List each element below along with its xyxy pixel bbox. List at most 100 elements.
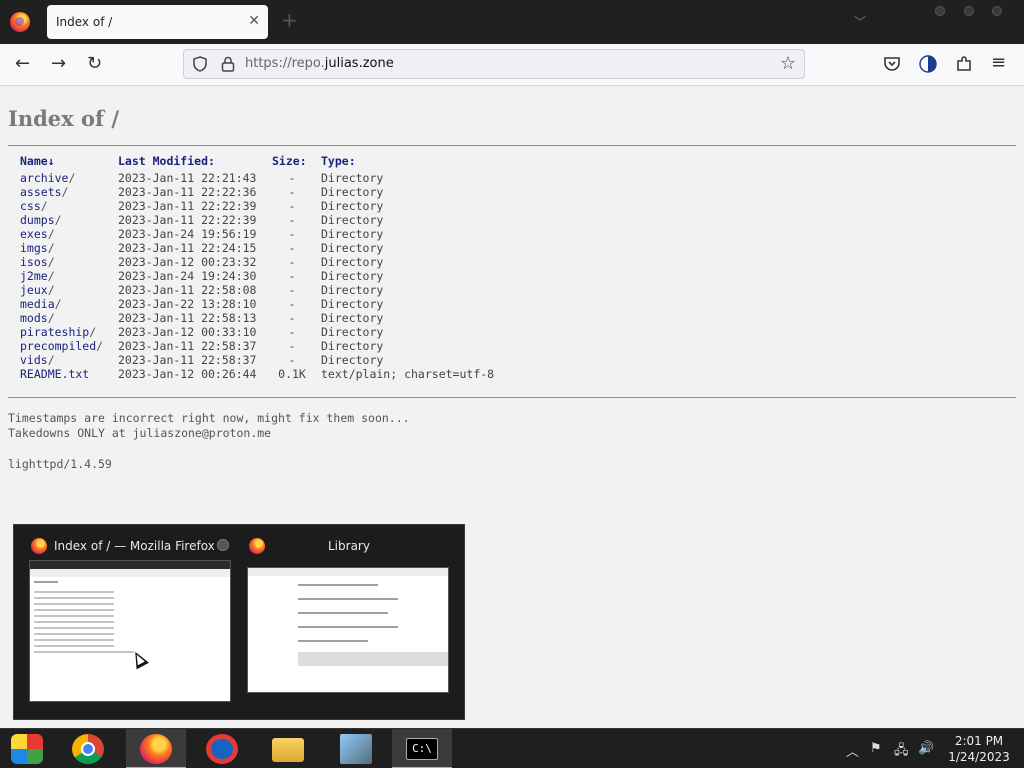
entry-name: isos	[20, 255, 48, 269]
column-type-header[interactable]: Type:	[321, 154, 356, 168]
entry-link[interactable]: j2me/	[20, 269, 55, 283]
close-window-button[interactable]	[992, 6, 1002, 16]
forward-icon[interactable]: →	[51, 53, 66, 75]
entry-link[interactable]: pirateship/	[20, 325, 96, 339]
pocket-icon[interactable]	[883, 55, 901, 73]
taskbar-opera[interactable]	[192, 729, 252, 768]
entry-size: -	[288, 283, 296, 297]
entry-slash: /	[54, 297, 62, 311]
entry-slash: /	[96, 339, 104, 353]
entry-modified: 2023-Jan-12 00:33:10	[118, 325, 257, 339]
clock-time: 2:01 PM	[954, 734, 1004, 748]
entry-size: -	[288, 353, 296, 367]
entry-modified: 2023-Jan-24 19:24:30	[118, 269, 257, 283]
entry-size: 0.1K	[278, 367, 306, 381]
entry-size: -	[288, 325, 296, 339]
entry-link[interactable]: isos/	[20, 255, 55, 269]
entry-slash: /	[47, 353, 55, 367]
navigation-toolbar: ← → ↻ https://repo.julias.zone ☆ ≡	[0, 44, 1024, 86]
lock-icon[interactable]	[220, 55, 236, 73]
column-name-header[interactable]: Name↓	[20, 154, 55, 168]
entry-size: -	[288, 255, 296, 269]
extensions-puzzle-icon[interactable]	[955, 55, 973, 73]
entry-link[interactable]: archive/	[20, 171, 75, 185]
entry-slash: /	[47, 227, 55, 241]
reload-icon[interactable]: ↻	[87, 53, 102, 75]
entry-name: archive	[20, 171, 69, 185]
dark-reader-icon[interactable]	[919, 55, 937, 73]
entry-type: Directory	[321, 269, 384, 283]
entry-type: Directory	[321, 255, 384, 269]
new-tab-icon[interactable]: +	[281, 10, 298, 30]
entry-link[interactable]: vids/	[20, 353, 55, 367]
entry-size: -	[288, 213, 296, 227]
entry-modified: 2023-Jan-11 22:58:13	[118, 311, 257, 325]
entry-slash: /	[47, 283, 55, 297]
column-size-header[interactable]: Size:	[272, 154, 312, 168]
preview-title-firefox[interactable]: Index of / — Mozilla Firefox	[54, 539, 215, 553]
entry-size: -	[288, 171, 296, 185]
show-hidden-icons[interactable]: ︿	[846, 741, 859, 760]
divider-bottom	[8, 397, 1016, 398]
taskbar: C:\ ︿ ⚑ 🖧 🔊 2:01 PM 1/24/2023	[0, 728, 1024, 768]
system-clock[interactable]: 2:01 PM 1/24/2023	[940, 733, 1018, 765]
preview-thumbnail-firefox[interactable]	[29, 560, 231, 702]
url-prefix: https://repo.	[245, 56, 325, 71]
entry-link[interactable]: assets/	[20, 185, 68, 199]
url-domain: julias.zone	[324, 56, 394, 71]
entry-slash: /	[54, 213, 62, 227]
preview-title-library[interactable]: Library	[328, 539, 370, 553]
entry-modified: 2023-Jan-22 13:28:10	[118, 297, 257, 311]
entry-size: -	[288, 269, 296, 283]
entry-size: -	[288, 199, 296, 213]
entry-name: exes	[20, 227, 48, 241]
column-modified-header[interactable]: Last Modified:	[118, 154, 215, 168]
entry-modified: 2023-Jan-11 22:22:36	[118, 185, 257, 199]
hamburger-menu-icon[interactable]: ≡	[991, 52, 1006, 74]
entry-link[interactable]: precompiled/	[20, 339, 103, 353]
entry-link[interactable]: jeux/	[20, 283, 55, 297]
footer-note-takedowns: Takedowns ONLY at juliaszone@proton.me	[8, 426, 272, 440]
firefox-icon	[249, 538, 265, 554]
entry-link[interactable]: mods/	[20, 311, 55, 325]
taskbar-firefox[interactable]	[126, 729, 186, 768]
entry-type: Directory	[321, 353, 384, 367]
entry-link[interactable]: exes/	[20, 227, 55, 241]
entry-name: j2me	[20, 269, 48, 283]
entry-size: -	[288, 297, 296, 311]
preview-close-button[interactable]	[217, 539, 229, 551]
volume-icon[interactable]: 🔊	[918, 741, 934, 756]
entry-link[interactable]: css/	[20, 199, 48, 213]
entry-link[interactable]: media/	[20, 297, 62, 311]
tab-index[interactable]: Index of / ✕	[47, 5, 268, 39]
taskbar-file-explorer[interactable]	[258, 729, 318, 768]
url-bar[interactable]: https://repo.julias.zone ☆	[183, 49, 805, 79]
entry-type: Directory	[321, 325, 384, 339]
preview-thumbnail-library[interactable]	[247, 567, 449, 693]
action-center-flag-icon[interactable]: ⚑	[870, 741, 882, 756]
taskbar-command-prompt[interactable]: C:\	[392, 729, 452, 768]
minimize-button[interactable]	[935, 6, 945, 16]
tab-close-icon[interactable]: ✕	[248, 13, 260, 29]
entry-slash: /	[68, 171, 76, 185]
entry-modified: 2023-Jan-11 22:58:37	[118, 339, 257, 353]
taskbar-chrome[interactable]	[58, 729, 118, 768]
maximize-button[interactable]	[964, 6, 974, 16]
network-icon[interactable]: 🖧	[894, 741, 909, 763]
entry-name: css	[20, 199, 41, 213]
taskbar-network-setup[interactable]	[326, 729, 386, 768]
entry-type: text/plain; charset=utf-8	[321, 367, 495, 381]
taskbar-window-preview: Index of / — Mozilla Firefox Library	[13, 524, 465, 720]
entry-name: pirateship	[20, 325, 90, 339]
back-icon[interactable]: ←	[15, 53, 30, 75]
entry-link[interactable]: dumps/	[20, 213, 62, 227]
url-text[interactable]: https://repo.julias.zone	[245, 56, 394, 71]
entry-link[interactable]: README.txt	[20, 367, 89, 381]
entry-type: Directory	[321, 283, 384, 297]
entry-link[interactable]: imgs/	[20, 241, 55, 255]
taskbar-app-launcher[interactable]	[0, 729, 60, 768]
bookmark-star-icon[interactable]: ☆	[780, 53, 796, 74]
entry-type: Directory	[321, 185, 384, 199]
tracking-shield-icon[interactable]	[192, 56, 208, 72]
list-all-tabs-icon[interactable]: ﹀	[854, 13, 866, 30]
